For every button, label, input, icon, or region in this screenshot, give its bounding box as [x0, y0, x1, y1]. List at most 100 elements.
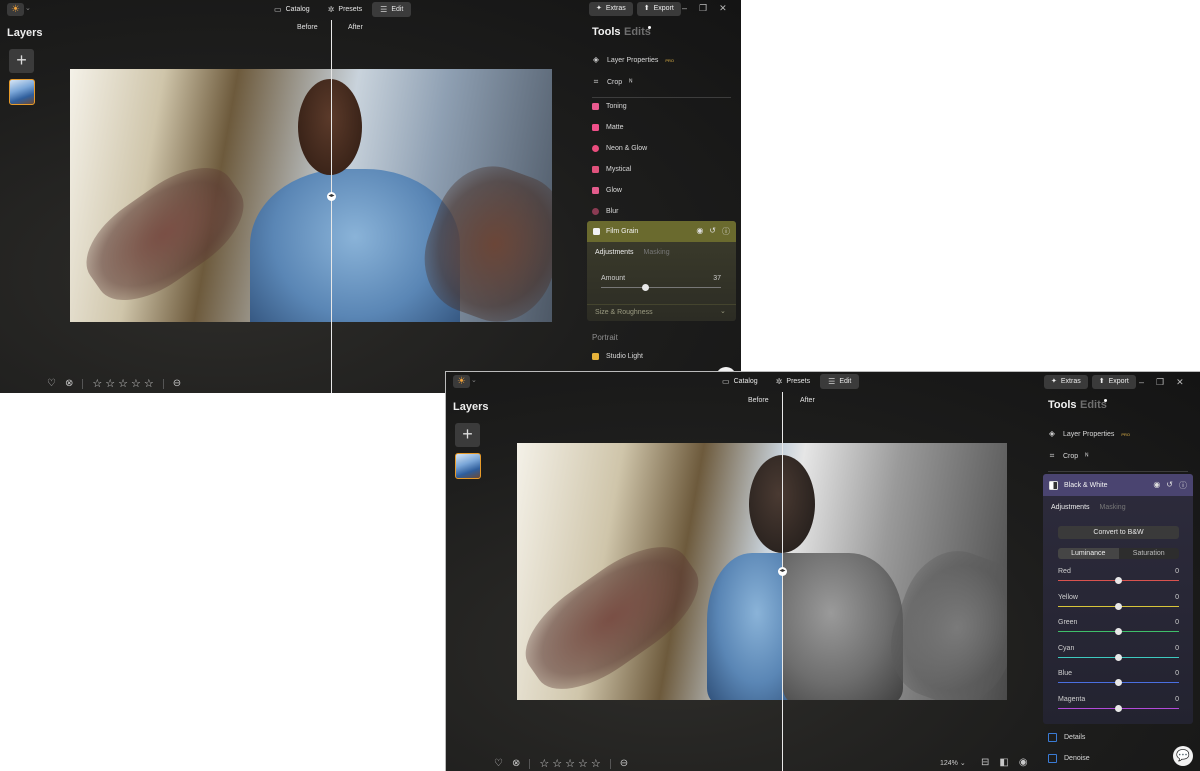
tool-layer-properties[interactable]: ◈ Layer Properties PRO [592, 56, 674, 64]
split-handle-icon[interactable]: ◂▸ [778, 567, 787, 576]
size-roughness-section[interactable]: Size & Roughness [595, 309, 653, 316]
slider-knob-blue[interactable] [1115, 679, 1122, 687]
tool-layer-properties[interactable]: ◈ Layer Properties PRO [1048, 430, 1130, 438]
star-icon[interactable]: ☆ [131, 377, 141, 390]
black-white-header[interactable]: Black & White ◉ ↺ ⓘ [1043, 474, 1193, 496]
extras-button[interactable]: ✦ Extras [1044, 375, 1088, 389]
before-after-divider[interactable] [331, 20, 332, 393]
star-icon[interactable]: ☆ [565, 757, 575, 770]
slider-value-cyan: 0 [1175, 644, 1179, 652]
compare-view-icon[interactable]: ⊟ [981, 757, 989, 768]
restore-icon[interactable]: ❐ [1156, 377, 1164, 388]
layer-thumbnail[interactable] [455, 453, 481, 479]
favorite-heart-icon[interactable]: ♡ [47, 378, 56, 389]
tool-blur[interactable]: Blur [592, 208, 618, 215]
presets-tab[interactable]: ✲ Presets [768, 374, 818, 389]
reset-undo-icon[interactable]: ↺ [1166, 480, 1173, 491]
reject-icon[interactable]: ⊗ [512, 758, 520, 769]
info-icon[interactable]: ⓘ [722, 226, 730, 237]
reject-icon[interactable]: ⊗ [65, 378, 73, 389]
tools-tab[interactable]: Tools [1048, 399, 1077, 411]
photo-canvas[interactable] [70, 69, 552, 322]
edits-tab[interactable]: Edits [624, 26, 651, 38]
tools-tab[interactable]: Tools [592, 26, 621, 38]
star-icon[interactable]: ☆ [578, 757, 588, 770]
star-icon[interactable]: ☆ [105, 377, 115, 390]
photo-shirt-bw [783, 553, 903, 700]
adjustments-tab[interactable]: Adjustments [595, 249, 634, 256]
tool-denoise[interactable]: Denoise [1048, 754, 1090, 763]
visibility-eye-icon[interactable]: ◉ [696, 226, 703, 237]
amount-slider-track[interactable] [601, 287, 721, 288]
star-icon[interactable]: ☆ [552, 757, 562, 770]
chevron-down-icon[interactable]: ⌄ [720, 307, 726, 315]
tool-mystical[interactable]: Mystical [592, 166, 631, 173]
app-menu-caret-icon[interactable]: ⌄ [25, 4, 31, 12]
restore-icon[interactable]: ❐ [699, 3, 707, 14]
edit-tab[interactable]: ☰ Edit [372, 2, 412, 17]
edit-tab[interactable]: ☰ Edit [820, 374, 860, 389]
tool-toning[interactable]: Toning [592, 103, 627, 110]
slider-knob-cyan[interactable] [1115, 653, 1122, 661]
star-rating[interactable]: ☆ ☆ ☆ ☆ ☆ [539, 757, 600, 770]
app-logo-icon[interactable]: ☀ [453, 375, 470, 388]
slider-knob-red[interactable] [1115, 577, 1122, 584]
masking-tab[interactable]: Masking [644, 249, 670, 256]
catalog-tab[interactable]: ▭ Catalog [266, 2, 318, 17]
details-checkbox[interactable] [1048, 733, 1057, 742]
favorite-heart-icon[interactable]: ♡ [494, 758, 503, 769]
split-view-icon[interactable]: ◧ [999, 757, 1008, 768]
star-icon[interactable]: ☆ [144, 377, 154, 390]
layer-thumbnail[interactable] [9, 79, 35, 105]
star-icon[interactable]: ☆ [118, 377, 128, 390]
preview-eye-icon[interactable]: ◉ [1019, 757, 1028, 768]
saturation-tab[interactable]: Saturation [1119, 548, 1180, 559]
film-grain-header[interactable]: Film Grain ◉ ↺ ⓘ [587, 221, 736, 242]
info-icon[interactable]: ⓘ [1179, 480, 1187, 491]
split-handle-icon[interactable]: ◂▸ [327, 192, 336, 201]
slider-knob-green[interactable] [1115, 628, 1122, 636]
tool-neon-glow[interactable]: Neon & Glow [592, 145, 647, 152]
minus-circle-icon[interactable]: ⊖ [173, 378, 181, 389]
masking-tab[interactable]: Masking [1100, 504, 1126, 511]
slider-knob-magenta[interactable] [1115, 705, 1122, 712]
denoise-checkbox[interactable] [1048, 754, 1057, 763]
tool-studio-light[interactable]: Studio Light [592, 353, 643, 360]
photo-canvas[interactable] [517, 443, 1007, 700]
minimize-icon[interactable]: – [1139, 377, 1144, 388]
adjustments-tab[interactable]: Adjustments [1051, 504, 1090, 511]
reset-undo-icon[interactable]: ↺ [709, 226, 716, 237]
presets-tab[interactable]: ✲ Presets [320, 2, 370, 17]
amount-slider-knob[interactable] [641, 284, 649, 291]
tool-matte[interactable]: Matte [592, 124, 624, 131]
catalog-tab[interactable]: ▭ Catalog [714, 374, 766, 389]
tool-crop[interactable]: ⌗ Crop ᴺ [1048, 452, 1088, 460]
zoom-level-dropdown[interactable]: 124% ⌄ [940, 759, 966, 767]
close-icon[interactable]: ✕ [1176, 377, 1184, 388]
luminance-tab[interactable]: Luminance [1058, 548, 1119, 559]
slider-knob-yellow[interactable] [1115, 602, 1122, 610]
visibility-eye-icon[interactable]: ◉ [1153, 480, 1160, 491]
app-logo-icon[interactable]: ☀ [7, 3, 24, 16]
extras-button[interactable]: ✦ Extras [589, 2, 633, 16]
export-button[interactable]: ⬆ Export [1091, 375, 1136, 389]
tool-crop[interactable]: ⌗ Crop ᴺ [592, 78, 632, 86]
edits-tab[interactable]: Edits [1080, 399, 1107, 411]
convert-to-bw-button[interactable]: Convert to B&W [1058, 526, 1179, 539]
tool-glow[interactable]: Glow [592, 187, 622, 194]
tool-details[interactable]: Details [1048, 733, 1085, 742]
chat-help-button[interactable]: 💬 [1173, 746, 1193, 766]
star-icon[interactable]: ☆ [92, 377, 102, 390]
add-layer-button[interactable]: + [455, 423, 480, 447]
minimize-icon[interactable]: – [682, 3, 687, 14]
star-icon[interactable]: ☆ [591, 757, 601, 770]
before-after-divider[interactable] [782, 392, 783, 771]
add-layer-button[interactable]: + [9, 49, 34, 73]
export-button[interactable]: ⬆ Export [636, 2, 681, 16]
close-icon[interactable]: ✕ [719, 3, 727, 14]
star-rating[interactable]: ☆ ☆ ☆ ☆ ☆ [92, 377, 153, 390]
star-icon[interactable]: ☆ [539, 757, 549, 770]
minus-circle-icon[interactable]: ⊖ [620, 758, 628, 769]
app-menu-caret-icon[interactable]: ⌄ [471, 376, 477, 384]
sliders-icon: ☰ [828, 377, 836, 386]
